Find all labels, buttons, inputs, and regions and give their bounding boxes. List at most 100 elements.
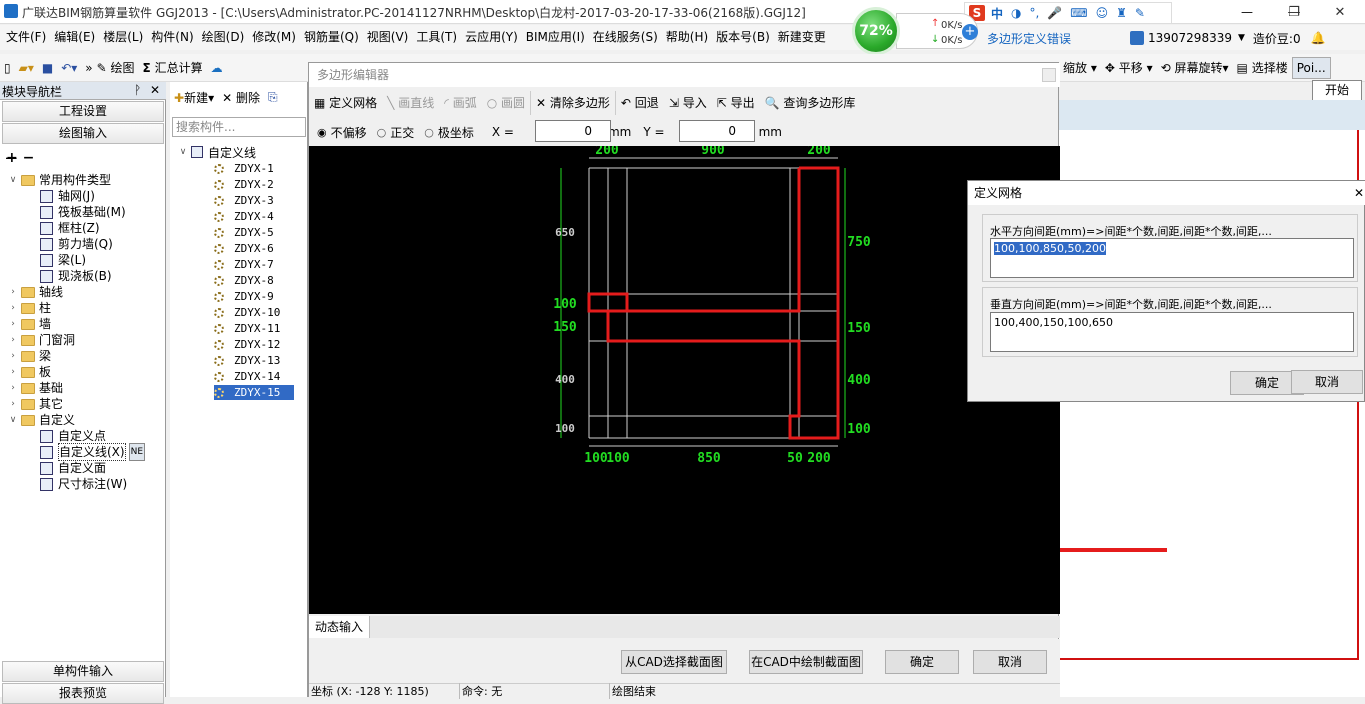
radio-polar[interactable]: ○	[424, 126, 434, 139]
close-icon[interactable]: ✕	[150, 83, 160, 97]
undo-icon[interactable]: ↶▾	[57, 55, 81, 81]
tree-custom-item-2[interactable]: 自定义面	[40, 460, 106, 476]
tree-group-5[interactable]: › 板	[8, 364, 51, 380]
tree-custom-item-0[interactable]: 自定义点	[40, 428, 106, 444]
define-grid-close-icon[interactable]: ✕	[1354, 181, 1364, 205]
component-item[interactable]: ZDYX-4	[214, 209, 274, 224]
tree-group-7[interactable]: › 其它	[8, 396, 63, 412]
component-item[interactable]: ZDYX-12	[214, 337, 280, 352]
pin-icon[interactable]: ᚹ	[134, 83, 141, 97]
bell-icon[interactable]: 🔔	[1311, 31, 1326, 45]
punct-icon[interactable]: °,	[1030, 6, 1040, 20]
polygon-cancel-button[interactable]: 取消	[973, 650, 1047, 674]
tree-common-item-2[interactable]: 框柱(Z)	[40, 220, 100, 236]
tree-custom-item-3[interactable]: 尺寸标注(W)	[40, 476, 127, 492]
menu-item-0[interactable]: 文件(F)	[2, 25, 50, 50]
component-search-input[interactable]: 搜索构件...	[172, 117, 306, 137]
tree-custom[interactable]: ∨ 自定义	[8, 412, 75, 428]
project-settings-button[interactable]: 工程设置	[2, 101, 164, 122]
cad-draw-button[interactable]: 在CAD中绘制截面图	[749, 650, 863, 674]
new-file-icon[interactable]: ▯	[0, 55, 15, 81]
user-icon[interactable]: ☺	[1096, 6, 1109, 20]
component-item[interactable]: ZDYX-2	[214, 177, 274, 192]
menu-item-8[interactable]: 工具(T)	[412, 25, 461, 50]
collapse-arrow-icon[interactable]: ∨	[8, 172, 18, 188]
copy-icon[interactable]: ⎘	[268, 90, 278, 105]
single-component-button[interactable]: 单构件输入	[2, 661, 164, 682]
vertical-spacing-input[interactable]: 100,400,150,100,650	[990, 312, 1354, 352]
maximize-button[interactable]: ❐	[1272, 0, 1316, 24]
menu-item-13[interactable]: 版本号(B)	[712, 25, 774, 50]
ime-lang[interactable]: 中	[991, 5, 1003, 22]
dynamic-input-tab[interactable]: 动态输入	[309, 616, 371, 638]
rotate-button[interactable]: ⟲ 屏幕旋转▾	[1157, 55, 1233, 81]
expand-arrow-icon[interactable]: ›	[8, 380, 18, 396]
expand-arrow-icon[interactable]: ›	[8, 396, 18, 412]
clear-polygon-button[interactable]: ✕ 清除多边形	[530, 91, 615, 115]
polygon-drawing[interactable]: 200 900 200100100 850 50 20065010015040010075…	[309, 143, 1060, 614]
menu-item-9[interactable]: 云应用(Y)	[461, 25, 522, 50]
tree-common-types[interactable]: ∨ 常用构件类型	[8, 172, 111, 188]
component-item[interactable]: ZDYX-7	[214, 257, 274, 272]
expand-arrow-icon[interactable]: ›	[8, 348, 18, 364]
component-item[interactable]: ZDYX-1	[214, 161, 274, 176]
polygon-editor-close[interactable]	[1042, 68, 1056, 82]
tree-group-6[interactable]: › 基础	[8, 380, 63, 396]
open-folder-icon[interactable]: ▰▾	[15, 55, 38, 81]
draw-circle-button[interactable]: ○ 画圆	[482, 91, 530, 115]
collapse-arrow-icon[interactable]: ∨	[178, 147, 188, 157]
tree-common-item-0[interactable]: 轴网(J)	[40, 188, 95, 204]
define-grid-button[interactable]: ▦ 定义网格	[309, 91, 382, 115]
keyboard-icon[interactable]: ⌨	[1070, 6, 1087, 20]
cloud-icon[interactable]: ☁	[207, 55, 227, 81]
expand-arrow-icon[interactable]: ›	[8, 316, 18, 332]
grid-cancel-button[interactable]: 取消	[1291, 370, 1363, 394]
tree-common-item-1[interactable]: 筏板基础(M)	[40, 204, 126, 220]
shirt-icon[interactable]: ♜	[1116, 6, 1127, 20]
undo-button[interactable]: ↶ 回退	[614, 91, 664, 115]
minimize-button-2[interactable]: —	[1225, 0, 1269, 24]
tree-root-custom-line[interactable]: ∨ 自定义线	[178, 144, 256, 160]
y-input[interactable]: 0	[679, 120, 755, 142]
polygon-ok-button[interactable]: 确定	[885, 650, 959, 674]
component-item[interactable]: ZDYX-3	[214, 193, 274, 208]
sum-calc-button[interactable]: Σ 汇总计算	[139, 55, 207, 81]
start-button[interactable]: 开始	[1312, 80, 1362, 101]
menu-item-2[interactable]: 楼层(L)	[99, 25, 147, 50]
new-component-button[interactable]: ✚新建▾	[174, 89, 214, 106]
draw-line-button[interactable]: ╲ 画直线	[382, 91, 439, 115]
account-icon[interactable]	[1130, 31, 1144, 45]
component-item[interactable]: ZDYX-5	[214, 225, 274, 240]
component-item[interactable]: ZDYX-6	[214, 241, 274, 256]
tree-common-item-4[interactable]: 梁(L)	[40, 252, 86, 268]
draw-arc-button[interactable]: ◜ 画弧	[439, 91, 481, 115]
menu-item-5[interactable]: 修改(M)	[248, 25, 300, 50]
moon-icon[interactable]: ◑	[1011, 6, 1021, 20]
draw-button[interactable]: ✎ 绘图	[97, 55, 139, 81]
radio-ortho[interactable]: ○	[377, 126, 387, 139]
radio-no-offset[interactable]: ◉	[317, 126, 327, 139]
tree-common-item-3[interactable]: 剪力墙(Q)	[40, 236, 113, 252]
menu-item-11[interactable]: 在线服务(S)	[589, 25, 662, 50]
component-item[interactable]: ZDYX-8	[214, 273, 274, 288]
component-item[interactable]: ZDYX-10	[214, 305, 280, 320]
draw-input-button[interactable]: 绘图输入	[2, 123, 164, 144]
poi-field[interactable]: Poi...	[1291, 57, 1331, 79]
menu-item-14[interactable]: 新建变更	[774, 25, 830, 50]
pan-button[interactable]: ✥ 平移 ▾	[1101, 55, 1157, 81]
component-item[interactable]: ZDYX-9	[214, 289, 274, 304]
report-preview-button[interactable]: 报表预览	[2, 683, 164, 704]
collapse-arrow-icon[interactable]: ∨	[8, 412, 18, 428]
component-item[interactable]: ZDYX-11	[214, 321, 280, 336]
expand-arrow-icon[interactable]: ›	[8, 332, 18, 348]
menu-item-12[interactable]: 帮助(H)	[662, 25, 712, 50]
horizontal-spacing-input[interactable]: 100,100,850,50,200	[990, 238, 1354, 278]
overflow-icon[interactable]: »	[81, 55, 96, 81]
menu-item-6[interactable]: 钢筋量(Q)	[300, 25, 363, 50]
expand-arrow-icon[interactable]: ›	[8, 300, 18, 316]
tree-custom-item-1[interactable]: 自定义线(X) NE	[40, 443, 146, 461]
zoom-button[interactable]: 缩放 ▾	[1059, 55, 1101, 81]
cad-select-button[interactable]: 从CAD选择截面图	[621, 650, 727, 674]
polygon-canvas[interactable]: 200 900 200 100 100 850 50 200 650 100 150 400 100 75…	[309, 143, 1060, 614]
menu-item-1[interactable]: 编辑(E)	[50, 25, 99, 50]
